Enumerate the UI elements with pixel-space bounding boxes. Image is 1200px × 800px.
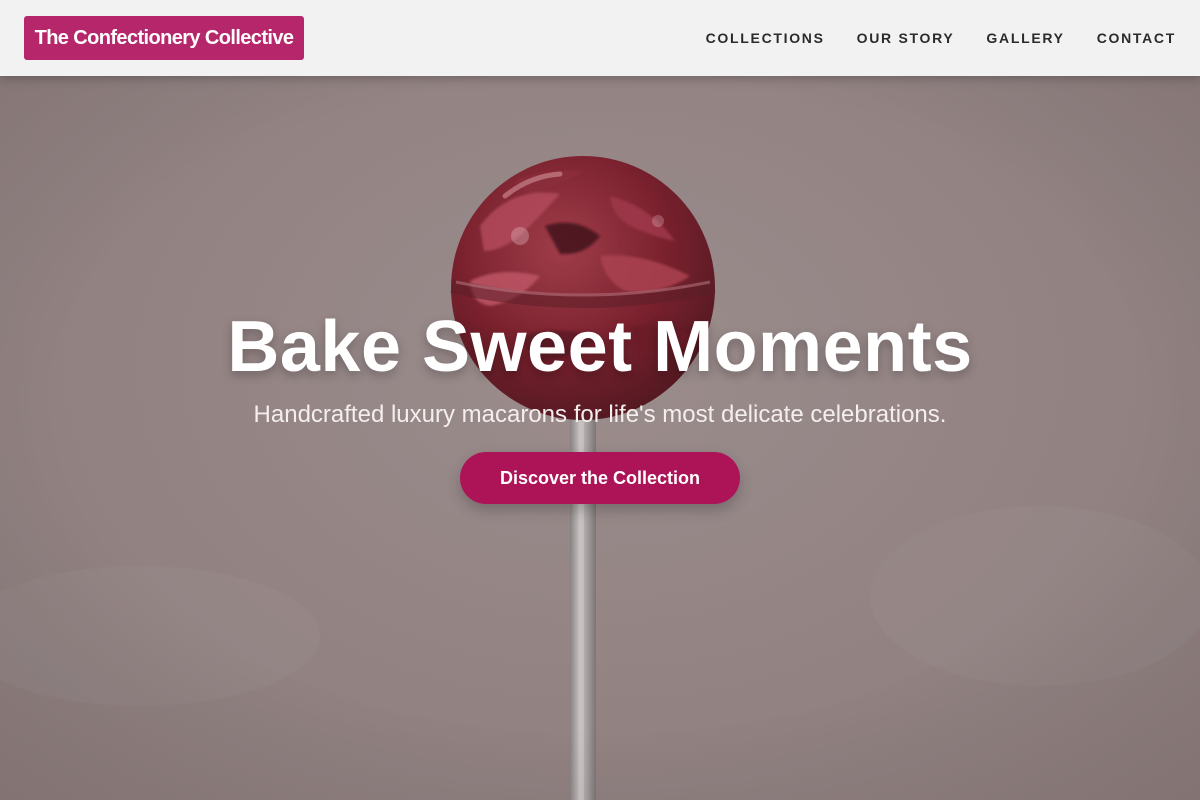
nav-link-gallery[interactable]: GALLERY [986, 30, 1064, 46]
hero-content: Bake Sweet Moments Handcrafted luxury ma… [0, 302, 1200, 504]
nav-link-collections[interactable]: COLLECTIONS [706, 30, 825, 46]
nav-link-contact[interactable]: CONTACT [1097, 30, 1176, 46]
main-nav: COLLECTIONS OUR STORY GALLERY CONTACT [706, 0, 1176, 76]
brand-logo[interactable]: The Confectionery Collective [24, 16, 304, 60]
nav-link-our-story[interactable]: OUR STORY [857, 30, 955, 46]
hero-title: Bake Sweet Moments [227, 307, 973, 387]
discover-collection-button[interactable]: Discover the Collection [460, 452, 740, 504]
hero-subtitle: Handcrafted luxury macarons for life's m… [253, 401, 947, 428]
site-header: The Confectionery Collective COLLECTIONS… [0, 0, 1200, 76]
hero-section: Bake Sweet Moments Handcrafted luxury ma… [0, 76, 1200, 800]
